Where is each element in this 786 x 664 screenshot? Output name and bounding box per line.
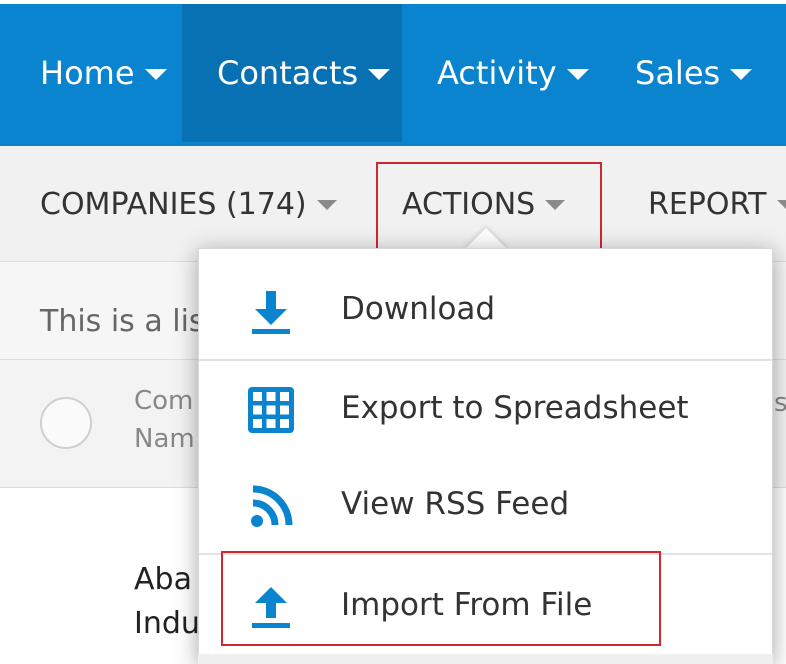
nav-item-contacts[interactable]: Contacts xyxy=(182,4,402,142)
nav-item-sales[interactable]: Sales xyxy=(600,4,786,142)
nav-item-label: Sales xyxy=(635,54,721,92)
nav-item-home[interactable]: Home xyxy=(0,4,182,142)
dropdown-pointer xyxy=(464,228,508,250)
report-dropdown[interactable]: REPORT xyxy=(648,146,786,262)
chevron-down-icon xyxy=(730,68,753,80)
column-header-company-name-line2[interactable]: Nam xyxy=(134,424,195,454)
menu-bottom-strip xyxy=(198,654,773,664)
nav-item-label: Contacts xyxy=(217,54,359,92)
select-all-checkbox[interactable] xyxy=(40,397,92,449)
menu-item-label: View RSS Feed xyxy=(341,486,570,522)
table-row-company-line2[interactable]: Indu xyxy=(134,606,200,641)
chevron-down-icon xyxy=(144,68,167,80)
nav-item-activity[interactable]: Activity xyxy=(402,4,600,142)
chevron-down-icon xyxy=(776,200,786,210)
grid-icon xyxy=(243,382,299,438)
import-highlight-box xyxy=(221,551,661,646)
table-row-company-line1[interactable]: Aba xyxy=(134,562,192,597)
download-icon xyxy=(243,284,299,340)
chevron-down-icon xyxy=(316,200,337,210)
menu-item-label: Export to Spreadsheet xyxy=(341,390,689,426)
nav-item-label: Home xyxy=(40,54,135,92)
menu-item-export-spreadsheet[interactable]: Export to Spreadsheet xyxy=(199,361,772,459)
nav-item-label: Activity xyxy=(437,54,557,92)
companies-dropdown[interactable]: COMPANIES (174) xyxy=(40,146,337,262)
column-header-fragment[interactable]: s xyxy=(774,388,786,418)
menu-item-download[interactable]: Download xyxy=(199,263,772,361)
rss-icon xyxy=(243,479,299,535)
menu-item-view-rss[interactable]: View RSS Feed xyxy=(199,459,772,555)
menu-item-label: Download xyxy=(341,291,496,327)
report-label: REPORT xyxy=(648,186,767,222)
chevron-down-icon xyxy=(368,68,391,80)
list-description: This is a lis xyxy=(40,304,205,339)
companies-label: COMPANIES (174) xyxy=(40,186,307,222)
chevron-down-icon xyxy=(566,68,589,80)
column-header-company-name-line1[interactable]: Com xyxy=(134,386,193,416)
